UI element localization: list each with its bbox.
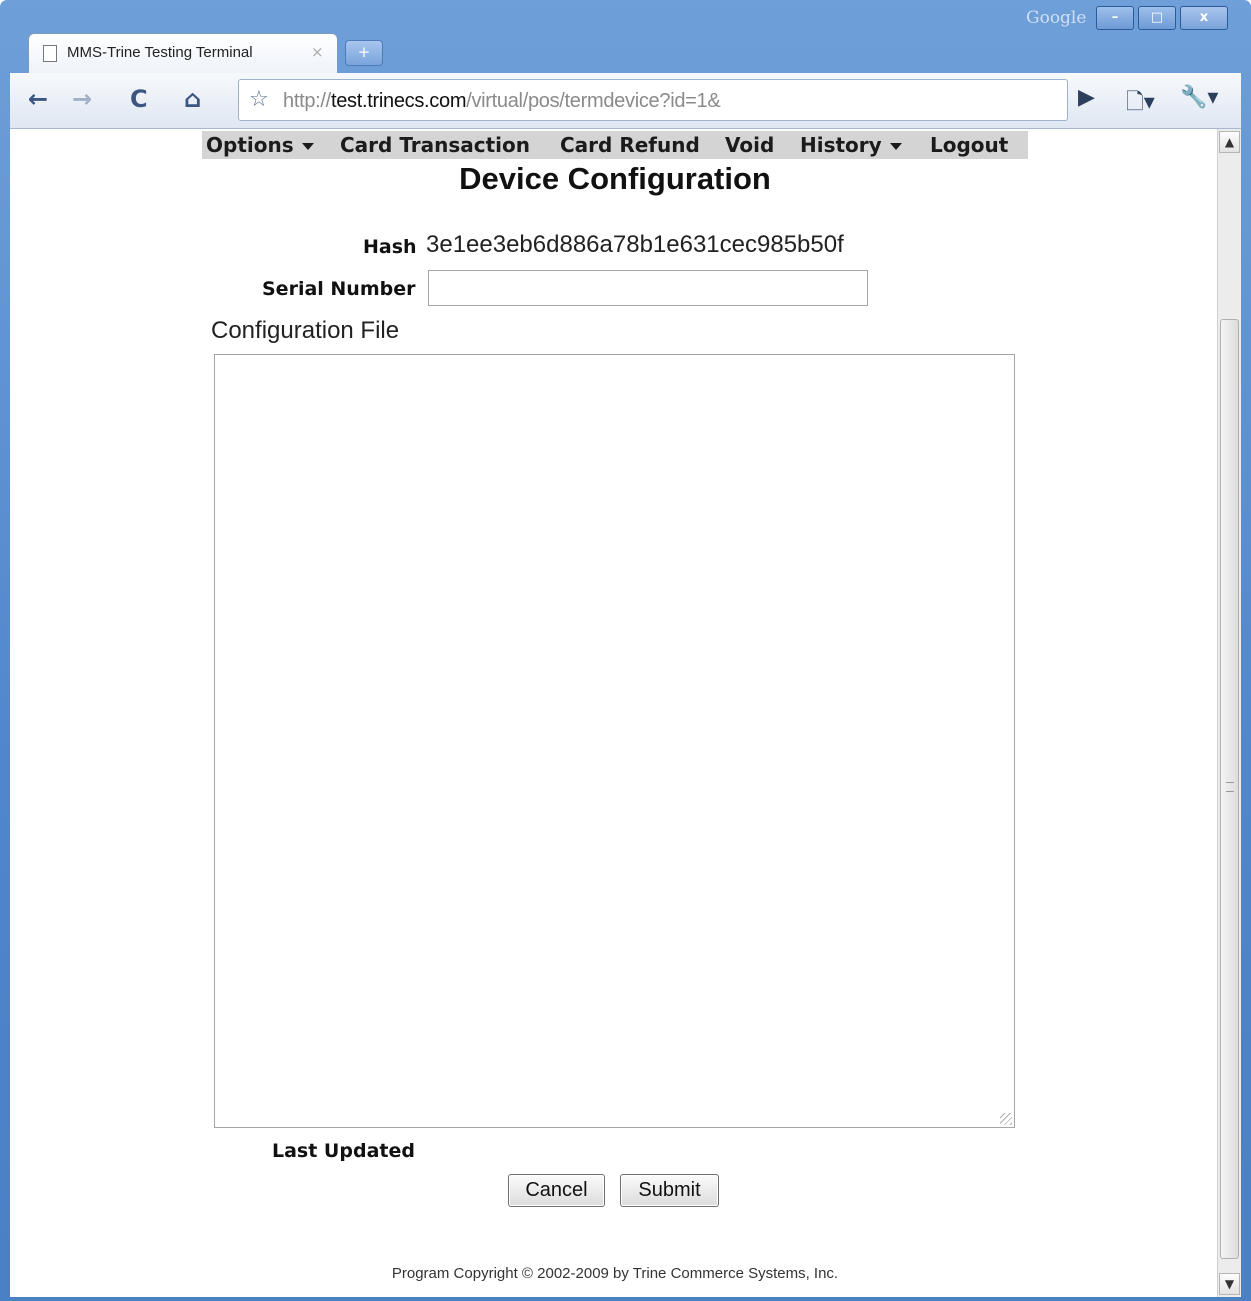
submit-button[interactable]: Submit [620, 1174, 719, 1207]
title-bar: Google – □ x MMS-Trine Testing Terminal … [0, 0, 1251, 78]
menu-history[interactable]: History [800, 133, 902, 157]
hash-value: 3e1ee3eb6d886a78b1e631cec985b50f [426, 231, 844, 258]
menu-void[interactable]: Void [725, 133, 774, 157]
url-host: test.trinecs.com [330, 90, 467, 112]
copyright-footer: Program Copyright © 2002-2009 by Trine C… [391, 1265, 839, 1282]
menu-options[interactable]: Options [206, 133, 314, 157]
browser-toolbar: ← → C ⌂ ☆ http://test.trinecs.com/virtua… [10, 73, 1241, 129]
tab-title: MMS-Trine Testing Terminal [67, 44, 253, 61]
home-icon[interactable]: ⌂ [184, 85, 201, 113]
configuration-file-label: Configuration File [211, 317, 400, 344]
page-viewport: Options Card Transaction Card Refund Voi… [10, 129, 1241, 1297]
url-text[interactable]: http://test.trinecs.com/virtual/pos/term… [283, 90, 721, 113]
serial-number-input[interactable] [428, 270, 868, 306]
page-icon [43, 45, 57, 62]
maximize-button[interactable]: □ [1138, 6, 1176, 30]
dropdown-caret-icon [889, 143, 902, 150]
scroll-down-arrow-icon[interactable]: ▼ [1219, 1273, 1240, 1295]
address-bar[interactable]: ☆ http://test.trinecs.com/virtual/pos/te… [238, 79, 1068, 121]
menu-card-refund[interactable]: Card Refund [560, 133, 700, 157]
configuration-file-textarea[interactable] [214, 354, 1015, 1128]
page-menu-icon[interactable]: 🗋▾ [1126, 85, 1155, 123]
url-path: /virtual/pos/termdevice?id=1& [466, 90, 721, 112]
last-updated-label: Last Updated [272, 1140, 415, 1162]
scrollbar-thumb[interactable] [1220, 319, 1239, 1259]
browser-tab[interactable]: MMS-Trine Testing Terminal × [28, 33, 338, 73]
hash-label: Hash [363, 236, 417, 258]
cancel-button[interactable]: Cancel [508, 1174, 605, 1207]
google-brand: Google [1026, 8, 1087, 28]
close-window-button[interactable]: x [1180, 6, 1228, 30]
page-title: Device Configuration [459, 161, 771, 196]
menu-history-label: History [800, 133, 882, 157]
minimize-button[interactable]: – [1096, 6, 1134, 30]
forward-arrow-icon[interactable]: → [72, 85, 92, 113]
vertical-scrollbar[interactable]: ▲ ▼ [1217, 129, 1241, 1297]
url-scheme: http:// [283, 90, 331, 112]
menu-options-label: Options [206, 133, 294, 157]
new-tab-button[interactable]: + [345, 40, 383, 66]
back-arrow-icon[interactable]: ← [28, 85, 48, 113]
serial-number-label: Serial Number [262, 278, 416, 300]
dropdown-caret-icon [301, 143, 314, 150]
resize-grip-icon[interactable] [1000, 1113, 1012, 1125]
close-tab-icon[interactable]: × [311, 43, 324, 61]
reload-icon[interactable]: C [130, 85, 148, 113]
wrench-menu-icon[interactable]: 🔧▾ [1180, 85, 1218, 110]
scroll-up-arrow-icon[interactable]: ▲ [1219, 131, 1240, 153]
browser-window: Google – □ x MMS-Trine Testing Terminal … [0, 0, 1251, 1301]
scrollbar-grip-icon [1226, 782, 1234, 792]
go-icon[interactable]: ▶ [1078, 85, 1095, 110]
bookmark-star-icon[interactable]: ☆ [249, 87, 269, 112]
main-menu: Options Card Transaction Card Refund Voi… [202, 131, 1028, 159]
menu-logout[interactable]: Logout [930, 133, 1008, 157]
menu-card-transaction[interactable]: Card Transaction [340, 133, 530, 157]
